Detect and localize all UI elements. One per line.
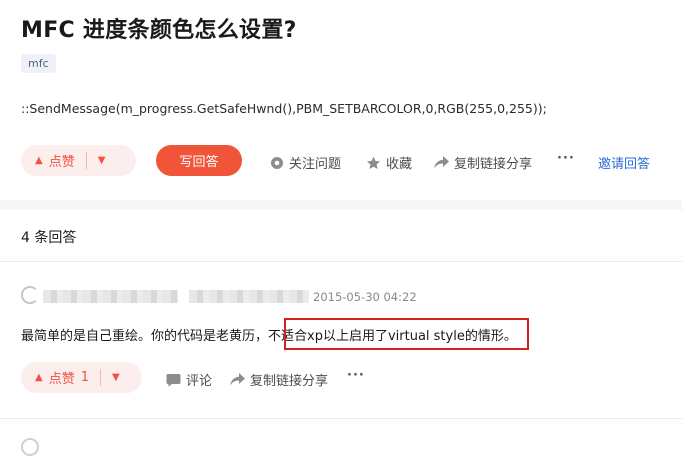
share-label: 复制链接分享 [250, 374, 329, 389]
answer-downvote-button[interactable]: ▼ [112, 372, 132, 383]
highlight-box [284, 318, 529, 350]
question-upvote-button[interactable]: ▲ 点赞 [21, 151, 75, 170]
star-icon [366, 156, 381, 169]
answer-date: 2015-05-30 04:22 [313, 290, 417, 304]
answer-more-button[interactable]: ··· [347, 368, 365, 383]
topic-tag[interactable]: mfc [21, 54, 56, 73]
upvote-count: 1 [80, 370, 89, 385]
write-answer-button[interactable]: 写回答 [156, 145, 242, 176]
answer-share-button[interactable]: 复制链接分享 [230, 370, 328, 389]
upvote-label: 点赞 [48, 372, 75, 387]
next-answer-avatar[interactable] [21, 438, 39, 456]
downvote-icon: ▼ [97, 155, 106, 166]
header-divider [0, 261, 682, 262]
favorite-button[interactable]: 收藏 [366, 153, 412, 172]
answer-text-part: 最简单的是自己重绘。你的代码是老黄历， [21, 329, 269, 344]
eye-icon [271, 156, 283, 169]
question-vote-group: ▲ 点赞 ▼ [21, 145, 136, 176]
favorite-label: 收藏 [386, 157, 413, 172]
answer-count: 4 条回答 [21, 230, 77, 246]
more-options-button[interactable]: ··· [557, 151, 575, 166]
follow-question-button[interactable]: 关注问题 [270, 153, 341, 172]
vote-separator [100, 369, 101, 386]
share-arrow-icon [230, 373, 245, 386]
comment-label: 评论 [186, 374, 213, 389]
share-arrow-icon [434, 156, 449, 169]
downvote-icon: ▼ [112, 372, 120, 383]
comment-icon [166, 373, 181, 387]
share-button[interactable]: 复制链接分享 [434, 153, 532, 172]
upvote-label: 点赞 [48, 155, 75, 170]
follow-label: 关注问题 [289, 157, 342, 172]
author-name-blurred [43, 290, 178, 303]
upvote-icon: ▲ [35, 372, 43, 383]
section-divider [0, 200, 682, 210]
comment-button[interactable]: 评论 [166, 370, 212, 389]
author-bio-blurred [189, 290, 309, 303]
question-body: ::SendMessage(m_progress.GetSafeHwnd(),P… [21, 101, 547, 116]
answer-divider [0, 418, 682, 419]
answer-vote-group: ▲ 点赞 1 ▼ [21, 362, 142, 393]
share-label: 复制链接分享 [454, 157, 533, 172]
question-downvote-button[interactable]: ▼ [98, 155, 118, 166]
invite-answer-link[interactable]: 邀请回答 [598, 153, 650, 172]
answer-upvote-button[interactable]: ▲ 点赞 1 [21, 368, 89, 387]
avatar[interactable] [21, 286, 39, 304]
vote-separator [85, 152, 87, 169]
upvote-icon: ▲ [35, 155, 43, 166]
question-title: MFC 进度条颜色怎么设置? [21, 18, 297, 43]
